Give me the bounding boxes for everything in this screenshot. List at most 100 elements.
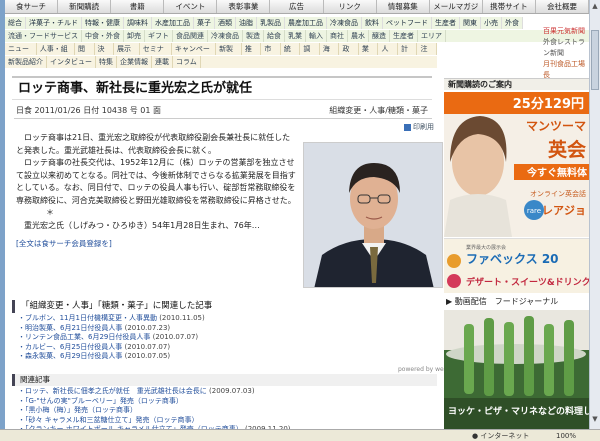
industry-link[interactable]: 乳業 xyxy=(285,30,306,42)
related-articles-list: ・ロッテ、新社長に佃孝之氏が就任 重光武雄社長は会長に (2009.07.03)… xyxy=(18,387,428,435)
list-item[interactable]: ・「黒小梅（梅）」発売（ロッテ商事） xyxy=(18,406,428,416)
topic-link[interactable]: ニュース xyxy=(5,43,37,65)
special-link[interactable]: 特集 xyxy=(96,56,117,68)
nav-item[interactable]: 書籍 xyxy=(111,0,165,13)
nav-item[interactable]: リンク xyxy=(324,0,377,13)
list-item[interactable]: ・「G-"せんの実"ブルーベリー」発売（ロッテ商事） xyxy=(18,397,428,407)
category-link[interactable]: 生産者 xyxy=(432,17,460,29)
industry-link[interactable]: 生産者 xyxy=(390,30,418,42)
industry-link[interactable]: 中食・外食 xyxy=(82,30,124,42)
topic-link[interactable]: 統計 xyxy=(281,43,301,65)
industry-link[interactable]: 製造 xyxy=(243,30,264,42)
industry-link[interactable]: 輸入 xyxy=(306,30,327,42)
category-link[interactable]: 油脂 xyxy=(236,17,257,29)
print-icon xyxy=(404,123,411,131)
category-link[interactable]: 酒類 xyxy=(215,17,236,29)
industry-link[interactable]: 商社 xyxy=(327,30,348,42)
category-link[interactable]: 外食 xyxy=(502,17,523,29)
topic-link[interactable]: 閲覧 xyxy=(75,43,95,65)
topic-link[interactable]: キャンペーン xyxy=(172,43,217,65)
category-link[interactable]: 菓子 xyxy=(194,17,215,29)
category-link[interactable]: 洋菓子・チルド xyxy=(26,17,82,29)
vertical-scrollbar[interactable]: ▲ ▼ xyxy=(589,0,600,441)
topic-link[interactable]: 注目 xyxy=(417,43,437,65)
article-paragraph: ロッテ商事の社長交代は、1952年12月に（株）ロッテの営業部を独立させて設立以… xyxy=(16,158,296,205)
nav-item[interactable]: メールマガジン xyxy=(430,0,483,25)
list-item[interactable]: ・「砂々 キャラメル和三盆糖仕立て」発売（ロッテ商事） xyxy=(18,416,428,426)
category-link[interactable]: 農産加工品 xyxy=(285,17,327,29)
industry-nav: 流通・フードサービス 中食・外食 卸売 ギフト 食品関連 冷凍食品 製造 給食 … xyxy=(5,30,589,42)
special-link[interactable]: 新製品紹介 xyxy=(5,56,47,68)
topic-link[interactable]: セミナー xyxy=(140,43,172,65)
related-category-list: ・ブルボン、11月1日付機構変更・人事異動 (2010.11.05) ・明治製菓… xyxy=(18,314,428,362)
category-link[interactable]: 飲料 xyxy=(362,17,383,29)
article-category[interactable]: 組織変更・人事/糖類・菓子 xyxy=(329,105,428,116)
video-section-heading[interactable]: ▶ 動画配信 フードジャーナル xyxy=(444,296,589,308)
fabex-event-ad[interactable]: 業界最大の展示会 ファベックス 20 デザート・スイーツ&ドリンク xyxy=(444,238,589,293)
nav-item[interactable]: 広告 xyxy=(270,0,324,13)
full-text-link[interactable]: [全文は食サーチ会員登録を] xyxy=(16,238,112,249)
special-link[interactable]: 連載 xyxy=(152,56,173,68)
topic-link[interactable]: 人事・組織 xyxy=(37,43,75,65)
topic-link[interactable]: 調査 xyxy=(300,43,320,65)
topic-link[interactable]: 新製品 xyxy=(216,43,242,65)
industry-link[interactable]: 食品関連 xyxy=(173,30,208,42)
nav-item[interactable]: イベント xyxy=(164,0,218,13)
topic-link[interactable]: 人事 xyxy=(378,43,398,65)
ad-online: オンライン英会話 xyxy=(530,189,586,198)
english-lesson-ad[interactable]: 25分129円 マンツーマ 英会 今すぐ無料体 オンライン英会話 レアジョ ra… xyxy=(444,92,589,237)
topic-link[interactable]: 決算 xyxy=(95,43,115,65)
category-link[interactable]: 調味料 xyxy=(124,17,152,29)
category-link[interactable]: 水産加工品 xyxy=(152,17,194,29)
category-link[interactable]: 冷凍食品 xyxy=(327,17,362,29)
topic-link[interactable]: 政策 xyxy=(339,43,359,65)
nav-item[interactable]: 会社概要 xyxy=(536,0,590,13)
category-link[interactable]: 乳製品 xyxy=(257,17,285,29)
nav-item[interactable]: 表彰事業 xyxy=(217,0,271,13)
special-link[interactable]: コラム xyxy=(173,56,201,68)
industry-link[interactable]: 給食 xyxy=(264,30,285,42)
industry-link[interactable]: エリア xyxy=(418,30,446,42)
list-item[interactable]: ・カルビー、6月25日付役員人事 (2010.07.07) xyxy=(18,343,428,353)
subscription-guide-heading[interactable]: 新聞購読のご案内 xyxy=(444,78,589,90)
category-link[interactable]: ペットフード xyxy=(383,17,432,29)
video-thumbnail[interactable]: ヨッケ・ピザ・マリネなどの料理しよ xyxy=(444,310,589,432)
topic-link[interactable]: 海外 xyxy=(320,43,340,65)
zoom-level[interactable]: 100% xyxy=(556,430,576,441)
category-link[interactable]: 特報・健康 xyxy=(82,17,124,29)
event-name: ファベックス 20 xyxy=(466,252,559,266)
topic-link[interactable]: 業界 xyxy=(359,43,379,65)
industry-link[interactable]: 冷凍食品 xyxy=(208,30,243,42)
scroll-up-icon[interactable]: ▲ xyxy=(591,2,599,12)
list-item[interactable]: ・ロッテ、新社長に佃孝之氏が就任 重光武雄社長は会長に (2009.07.03) xyxy=(18,387,428,397)
scrollbar-thumb[interactable] xyxy=(591,30,599,90)
industry-link[interactable]: 流通・フードサービス xyxy=(5,30,82,42)
nav-item[interactable]: 新聞購読 xyxy=(58,0,112,13)
industry-link[interactable]: 卸売 xyxy=(124,30,145,42)
category-link[interactable]: 関東 xyxy=(460,17,481,29)
topic-link[interactable]: 市況 xyxy=(261,43,281,65)
list-item[interactable]: ・ブルボン、11月1日付機構変更・人事異動 (2010.11.05) xyxy=(18,314,428,324)
scroll-down-icon[interactable]: ▼ xyxy=(591,415,599,425)
topic-link[interactable]: 推移 xyxy=(242,43,262,65)
nav-item[interactable]: 情報募集 xyxy=(377,0,430,13)
browser-status-bar: ● インターネット 100% xyxy=(0,429,600,441)
industry-link[interactable]: 農水 xyxy=(348,30,369,42)
list-item[interactable]: ・リンテン食品工業、6月29日付役員人事 (2010.07.07) xyxy=(18,333,428,343)
category-link[interactable]: 小売 xyxy=(481,17,502,29)
category-link[interactable]: 総合 xyxy=(5,17,26,29)
special-link[interactable]: 企業情報 xyxy=(117,56,152,68)
paper-link[interactable]: 百果元気新聞 xyxy=(543,26,589,37)
list-item[interactable]: ・明治製菓、6月21日付役員人事 (2010.07.23) xyxy=(18,324,428,334)
nav-item[interactable]: 携帯サイト xyxy=(483,0,536,13)
topic-link[interactable]: 展示会 xyxy=(114,43,140,65)
special-link[interactable]: インタビュー xyxy=(47,56,96,68)
print-button[interactable]: 印刷用 xyxy=(404,122,434,132)
topic-link[interactable]: 計報 xyxy=(398,43,418,65)
industry-link[interactable]: 醸造 xyxy=(369,30,390,42)
article-source: 日食 2011/01/26 日付 10438 号 01 面 xyxy=(16,106,161,115)
industry-link[interactable]: ギフト xyxy=(145,30,173,42)
nav-item[interactable]: 食サーチ xyxy=(5,0,59,13)
list-item[interactable]: ・森永製菓、6月29日付役員人事 (2010.07.05) xyxy=(18,352,428,362)
paper-link[interactable]: 外食レストラン新聞 xyxy=(543,37,589,59)
